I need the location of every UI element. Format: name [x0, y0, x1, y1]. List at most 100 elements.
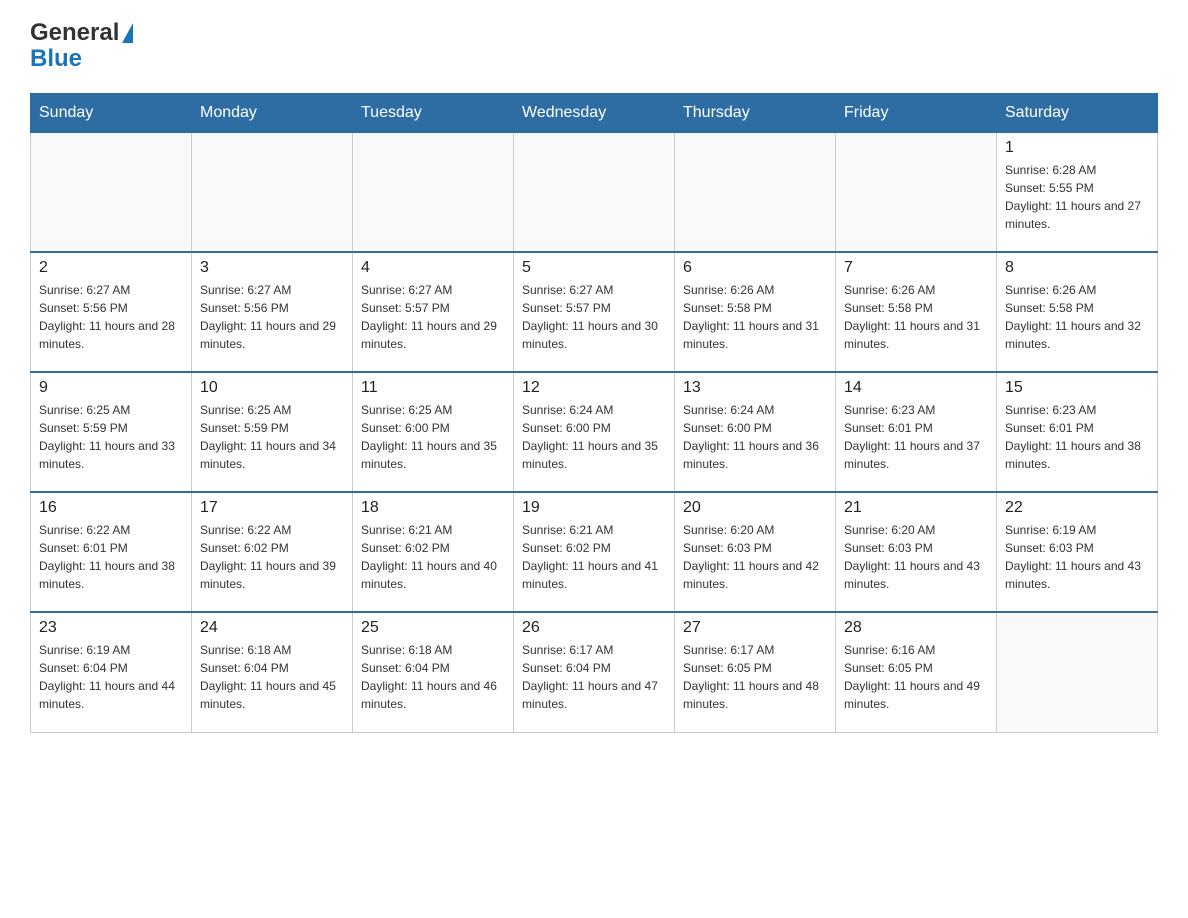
day-number: 25: [361, 619, 505, 637]
calendar-week-5: 23 Sunrise: 6:19 AMSunset: 6:04 PMDayligh…: [31, 612, 1158, 732]
day-info: Sunrise: 6:23 AMSunset: 6:01 PMDaylight:…: [1005, 401, 1149, 473]
logo: General Blue: [30, 20, 133, 73]
header-sunday: Sunday: [31, 93, 192, 132]
calendar-day: 15 Sunrise: 6:23 AMSunset: 6:01 PMDayligh…: [997, 372, 1158, 492]
calendar-day: [836, 132, 997, 252]
day-info: Sunrise: 6:21 AMSunset: 6:02 PMDaylight:…: [361, 521, 505, 593]
calendar-day: 8 Sunrise: 6:26 AMSunset: 5:58 PMDaylight…: [997, 252, 1158, 372]
day-info: Sunrise: 6:26 AMSunset: 5:58 PMDaylight:…: [1005, 281, 1149, 353]
day-number: 11: [361, 379, 505, 397]
header-monday: Monday: [192, 93, 353, 132]
calendar-day: 3 Sunrise: 6:27 AMSunset: 5:56 PMDaylight…: [192, 252, 353, 372]
day-info: Sunrise: 6:18 AMSunset: 6:04 PMDaylight:…: [361, 641, 505, 713]
calendar-header-row: SundayMondayTuesdayWednesdayThursdayFrid…: [31, 93, 1158, 132]
day-number: 20: [683, 499, 827, 517]
day-info: Sunrise: 6:27 AMSunset: 5:56 PMDaylight:…: [200, 281, 344, 353]
day-number: 26: [522, 619, 666, 637]
calendar-day: 17Sunrise: 6:22 AMSunset: 6:02 PMDayligh…: [192, 492, 353, 612]
day-info: Sunrise: 6:17 AMSunset: 6:04 PMDaylight:…: [522, 641, 666, 713]
day-number: 1: [1005, 139, 1149, 157]
day-number: 9: [39, 379, 183, 397]
day-info: Sunrise: 6:16 AMSunset: 6:05 PMDaylight:…: [844, 641, 988, 713]
calendar-day: 4 Sunrise: 6:27 AMSunset: 5:57 PMDaylight…: [353, 252, 514, 372]
day-info: Sunrise: 6:25 AMSunset: 6:00 PMDaylight:…: [361, 401, 505, 473]
day-number: 14: [844, 379, 988, 397]
day-info: Sunrise: 6:17 AMSunset: 6:05 PMDaylight:…: [683, 641, 827, 713]
header-friday: Friday: [836, 93, 997, 132]
calendar-day: 9 Sunrise: 6:25 AMSunset: 5:59 PMDaylight…: [31, 372, 192, 492]
calendar-day: 6 Sunrise: 6:26 AMSunset: 5:58 PMDaylight…: [675, 252, 836, 372]
day-number: 27: [683, 619, 827, 637]
day-number: 22: [1005, 499, 1149, 517]
calendar-table: SundayMondayTuesdayWednesdayThursdayFrid…: [30, 93, 1158, 733]
header-saturday: Saturday: [997, 93, 1158, 132]
day-number: 18: [361, 499, 505, 517]
calendar-day: 28 Sunrise: 6:16 AMSunset: 6:05 PMDayligh…: [836, 612, 997, 732]
calendar-day: 24 Sunrise: 6:18 AMSunset: 6:04 PMDayligh…: [192, 612, 353, 732]
day-number: 28: [844, 619, 988, 637]
calendar-day: [192, 132, 353, 252]
calendar-day: [31, 132, 192, 252]
day-info: Sunrise: 6:23 AMSunset: 6:01 PMDaylight:…: [844, 401, 988, 473]
day-info: Sunrise: 6:24 AMSunset: 6:00 PMDaylight:…: [683, 401, 827, 473]
calendar-day: 5Sunrise: 6:27 AMSunset: 5:57 PMDaylight…: [514, 252, 675, 372]
calendar-day: 26 Sunrise: 6:17 AMSunset: 6:04 PMDayligh…: [514, 612, 675, 732]
day-number: 3: [200, 259, 344, 277]
header-wednesday: Wednesday: [514, 93, 675, 132]
calendar-day: [514, 132, 675, 252]
day-number: 19: [522, 499, 666, 517]
day-info: Sunrise: 6:19 AMSunset: 6:03 PMDaylight:…: [1005, 521, 1149, 593]
calendar-day: 18 Sunrise: 6:21 AMSunset: 6:02 PMDayligh…: [353, 492, 514, 612]
day-info: Sunrise: 6:19 AMSunset: 6:04 PMDaylight:…: [39, 641, 183, 713]
calendar-day: 13 Sunrise: 6:24 AMSunset: 6:00 PMDayligh…: [675, 372, 836, 492]
day-info: Sunrise: 6:20 AMSunset: 6:03 PMDaylight:…: [844, 521, 988, 593]
calendar-day: 20 Sunrise: 6:20 AMSunset: 6:03 PMDayligh…: [675, 492, 836, 612]
day-number: 16: [39, 499, 183, 517]
page-header: General Blue: [30, 20, 1158, 73]
day-number: 23: [39, 619, 183, 637]
header-tuesday: Tuesday: [353, 93, 514, 132]
day-info: Sunrise: 6:27 AMSunset: 5:57 PMDaylight:…: [522, 281, 666, 353]
day-info: Sunrise: 6:27 AMSunset: 5:57 PMDaylight:…: [361, 281, 505, 353]
day-number: 7: [844, 259, 988, 277]
day-info: Sunrise: 6:20 AMSunset: 6:03 PMDaylight:…: [683, 521, 827, 593]
day-number: 21: [844, 499, 988, 517]
day-number: 6: [683, 259, 827, 277]
logo-general: General: [30, 20, 119, 46]
day-info: Sunrise: 6:22 AMSunset: 6:01 PMDaylight:…: [39, 521, 183, 593]
day-info: Sunrise: 6:25 AMSunset: 5:59 PMDaylight:…: [39, 401, 183, 473]
day-info: Sunrise: 6:26 AMSunset: 5:58 PMDaylight:…: [844, 281, 988, 353]
calendar-day: 16 Sunrise: 6:22 AMSunset: 6:01 PMDayligh…: [31, 492, 192, 612]
day-info: Sunrise: 6:18 AMSunset: 6:04 PMDaylight:…: [200, 641, 344, 713]
day-info: Sunrise: 6:21 AMSunset: 6:02 PMDaylight:…: [522, 521, 666, 593]
day-number: 12: [522, 379, 666, 397]
calendar-week-3: 9 Sunrise: 6:25 AMSunset: 5:59 PMDaylight…: [31, 372, 1158, 492]
day-number: 10: [200, 379, 344, 397]
day-number: 24: [200, 619, 344, 637]
calendar-day: 12 Sunrise: 6:24 AMSunset: 6:00 PMDayligh…: [514, 372, 675, 492]
calendar-week-4: 16 Sunrise: 6:22 AMSunset: 6:01 PMDayligh…: [31, 492, 1158, 612]
day-info: Sunrise: 6:24 AMSunset: 6:00 PMDaylight:…: [522, 401, 666, 473]
calendar-day: 10 Sunrise: 6:25 AMSunset: 5:59 PMDayligh…: [192, 372, 353, 492]
calendar-day: 7 Sunrise: 6:26 AMSunset: 5:58 PMDaylight…: [836, 252, 997, 372]
calendar-day: 27 Sunrise: 6:17 AMSunset: 6:05 PMDayligh…: [675, 612, 836, 732]
day-number: 2: [39, 259, 183, 277]
calendar-day: 1Sunrise: 6:28 AMSunset: 5:55 PMDaylight…: [997, 132, 1158, 252]
calendar-day: [997, 612, 1158, 732]
day-number: 13: [683, 379, 827, 397]
day-number: 8: [1005, 259, 1149, 277]
calendar-week-1: 1Sunrise: 6:28 AMSunset: 5:55 PMDaylight…: [31, 132, 1158, 252]
calendar-day: [353, 132, 514, 252]
day-number: 17: [200, 499, 344, 517]
calendar-day: 21 Sunrise: 6:20 AMSunset: 6:03 PMDayligh…: [836, 492, 997, 612]
calendar-day: [675, 132, 836, 252]
calendar-day: 11 Sunrise: 6:25 AMSunset: 6:00 PMDayligh…: [353, 372, 514, 492]
calendar-day: 25 Sunrise: 6:18 AMSunset: 6:04 PMDayligh…: [353, 612, 514, 732]
header-thursday: Thursday: [675, 93, 836, 132]
calendar-day: 23 Sunrise: 6:19 AMSunset: 6:04 PMDayligh…: [31, 612, 192, 732]
day-number: 15: [1005, 379, 1149, 397]
day-info: Sunrise: 6:25 AMSunset: 5:59 PMDaylight:…: [200, 401, 344, 473]
day-info: Sunrise: 6:26 AMSunset: 5:58 PMDaylight:…: [683, 281, 827, 353]
calendar-day: 14 Sunrise: 6:23 AMSunset: 6:01 PMDayligh…: [836, 372, 997, 492]
day-number: 4: [361, 259, 505, 277]
